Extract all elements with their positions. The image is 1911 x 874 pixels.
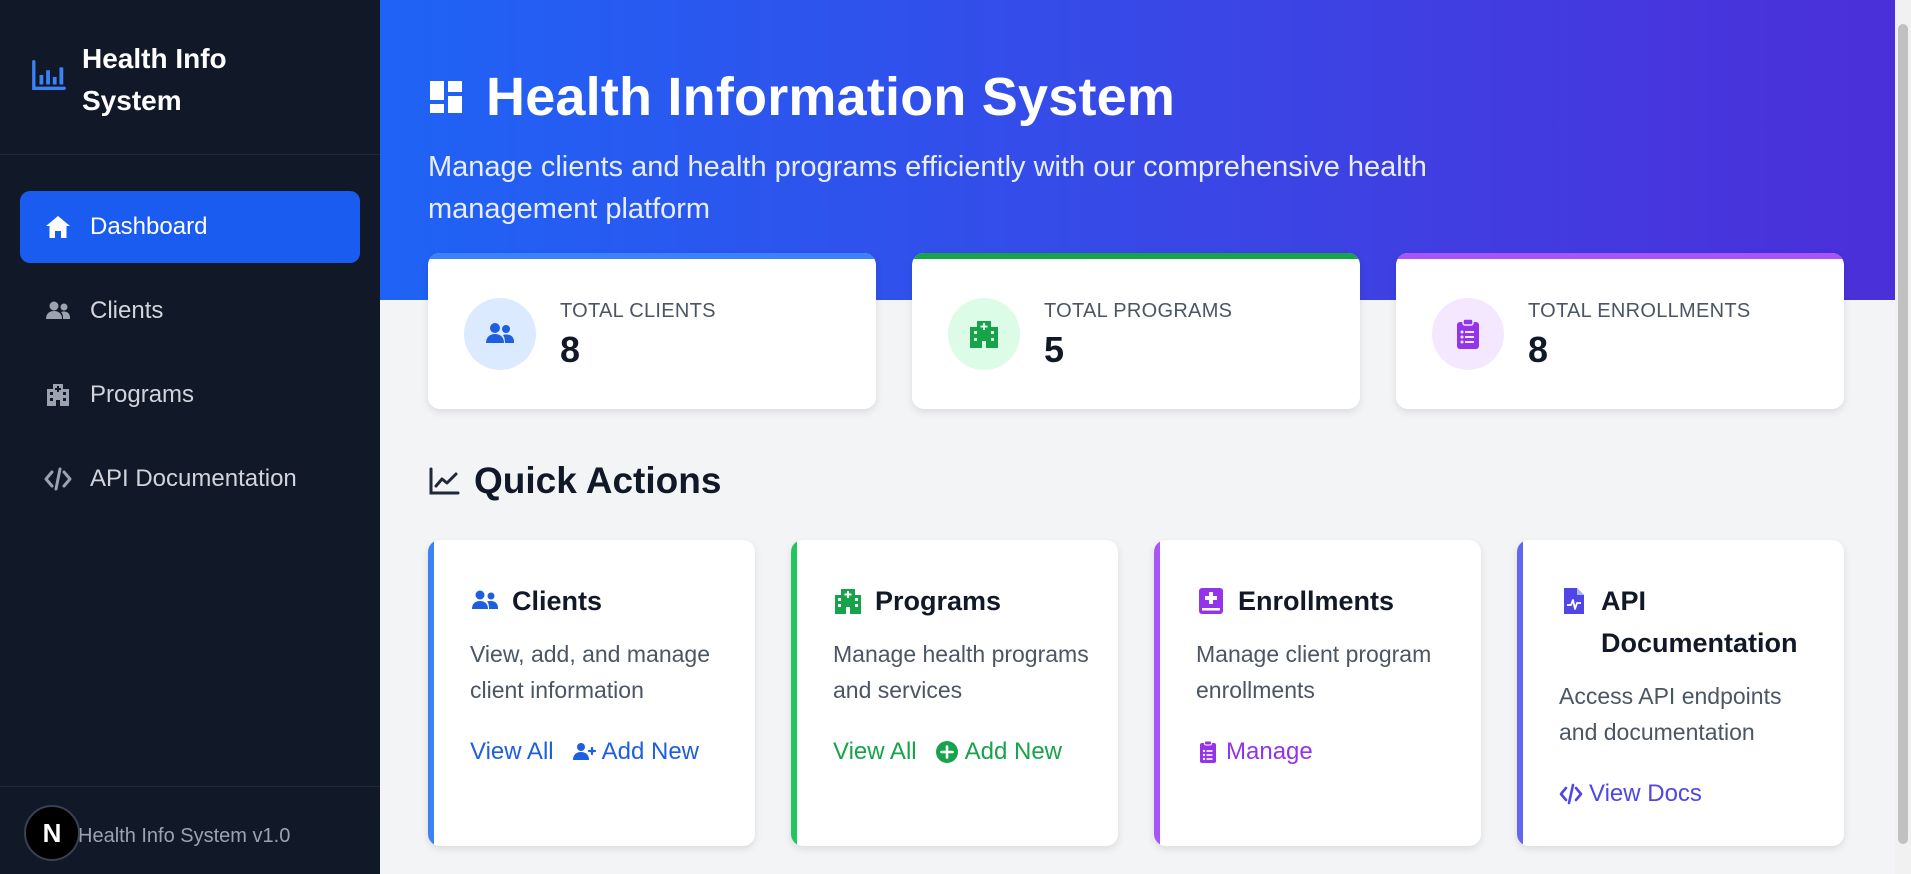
quick-action-card-api-documentation: API Documentation Access API endpoints a… xyxy=(1517,540,1844,846)
sidebar: Health Info System Dashboard Clients Pro… xyxy=(0,0,380,874)
card-title: Enrollments xyxy=(1196,580,1466,622)
app-title: Health Info System xyxy=(82,43,227,116)
sidebar-footer: Health Info System v1.0 N xyxy=(0,786,380,874)
card-accent-edge xyxy=(1154,540,1160,846)
card-title-text: Enrollments xyxy=(1238,586,1395,616)
page-title-text: Health Information System xyxy=(486,67,1176,127)
manage-enrollments-link[interactable]: Manage xyxy=(1196,738,1313,766)
sidebar-item-label: API Documentation xyxy=(90,465,297,492)
users-icon xyxy=(472,590,498,609)
add-new-client-link[interactable]: Add New xyxy=(572,738,699,766)
quick-actions-heading: Quick Actions xyxy=(428,460,721,502)
brand[interactable]: Health Info System xyxy=(0,0,380,155)
stat-icon-circle xyxy=(1432,298,1504,370)
chart-line-icon xyxy=(429,467,460,495)
link-label: View Docs xyxy=(1589,780,1702,807)
card-accent-edge xyxy=(791,540,797,846)
link-label: Add New xyxy=(964,738,1062,765)
stat-value: 5 xyxy=(1044,329,1065,370)
stat-label: TOTAL CLIENTS xyxy=(560,300,716,322)
stat-value: 8 xyxy=(1528,329,1549,370)
card-title-text: Programs xyxy=(875,586,1002,616)
quick-actions-title: Quick Actions xyxy=(474,460,722,501)
quick-action-card-enrollments: Enrollments Manage client program enroll… xyxy=(1154,540,1481,846)
card-accent-edge xyxy=(1517,540,1523,846)
sidebar-item-label: Dashboard xyxy=(90,213,208,240)
card-description: Manage client program enrollments xyxy=(1196,641,1432,703)
card-accent-edge xyxy=(428,540,434,846)
bar-chart-icon xyxy=(32,60,66,90)
clipboard-list-icon xyxy=(1200,740,1216,763)
card-links: View All Add New xyxy=(470,738,699,766)
user-plus-icon xyxy=(572,743,596,760)
code-icon xyxy=(44,467,72,491)
users-icon xyxy=(486,323,514,343)
link-label: View All xyxy=(470,738,554,765)
sidebar-item-clients[interactable]: Clients xyxy=(20,275,360,347)
stat-card-enrollments: TOTAL ENROLLMENTS 8 xyxy=(1396,253,1844,409)
dashboard-icon xyxy=(430,81,462,113)
home-icon xyxy=(46,216,70,238)
stat-value: 8 xyxy=(560,329,581,370)
stat-accent-bar xyxy=(1396,253,1844,259)
stat-card-clients: TOTAL CLIENTS 8 xyxy=(428,253,876,409)
sidebar-item-label: Programs xyxy=(90,381,195,408)
main-content: Health Information System Manage clients… xyxy=(380,0,1895,874)
hospital-icon xyxy=(47,384,69,406)
link-label: Manage xyxy=(1226,738,1313,765)
clipboard-list-icon xyxy=(1457,318,1479,349)
users-icon xyxy=(46,301,70,319)
sidebar-item-programs[interactable]: Programs xyxy=(20,359,360,431)
card-title-text: API Documentation xyxy=(1601,586,1798,658)
sidebar-item-api-documentation[interactable]: API Documentation xyxy=(20,443,360,515)
sidebar-nav: Dashboard Clients Programs API Documenta… xyxy=(0,155,380,515)
card-description: Access API endpoints and documentation xyxy=(1559,683,1782,745)
medical-book-icon xyxy=(1199,588,1223,614)
stat-label: TOTAL ENROLLMENTS xyxy=(1528,300,1751,322)
hospital-icon xyxy=(970,321,998,348)
stat-card-programs: TOTAL PROGRAMS 5 xyxy=(912,253,1360,409)
card-links: View All Add New xyxy=(833,738,1062,766)
code-icon xyxy=(1559,783,1583,805)
card-title: API Documentation xyxy=(1559,580,1829,664)
stat-label: TOTAL PROGRAMS xyxy=(1044,300,1233,322)
next-logo-button[interactable]: N xyxy=(24,805,80,861)
card-links: Manage xyxy=(1196,738,1313,766)
stat-accent-bar xyxy=(912,253,1360,259)
sidebar-item-label: Clients xyxy=(90,297,164,324)
card-description: View, add, and manage client information xyxy=(470,641,710,703)
quick-action-card-clients: Clients View, add, and manage client inf… xyxy=(428,540,755,846)
scrollbar-thumb[interactable] xyxy=(1898,24,1908,844)
stat-icon-circle xyxy=(948,298,1020,370)
card-title: Programs xyxy=(833,580,1103,622)
view-all-clients-link[interactable]: View All xyxy=(470,738,554,766)
card-title-text: Clients xyxy=(512,586,603,616)
page-scrollbar[interactable] xyxy=(1895,0,1911,874)
page-title: Health Information System xyxy=(428,66,1175,128)
sidebar-item-dashboard[interactable]: Dashboard xyxy=(20,191,360,263)
card-title: Clients xyxy=(470,580,740,622)
card-links: View Docs xyxy=(1559,780,1702,808)
hospital-icon xyxy=(835,589,861,614)
view-all-programs-link[interactable]: View All xyxy=(833,738,917,766)
stat-accent-bar xyxy=(428,253,876,259)
view-docs-link[interactable]: View Docs xyxy=(1559,780,1702,808)
plus-circle-icon xyxy=(935,741,958,763)
version-label: Health Info System v1.0 xyxy=(78,825,291,847)
file-code-icon xyxy=(1564,588,1584,614)
link-label: Add New xyxy=(601,738,699,765)
link-label: View All xyxy=(833,738,917,765)
quick-action-card-programs: Programs Manage health programs and serv… xyxy=(791,540,1118,846)
page-subtitle: Manage clients and health programs effic… xyxy=(428,151,1427,225)
stat-icon-circle xyxy=(464,298,536,370)
add-new-program-link[interactable]: Add New xyxy=(935,738,1062,766)
card-description: Manage health programs and services xyxy=(833,641,1089,703)
